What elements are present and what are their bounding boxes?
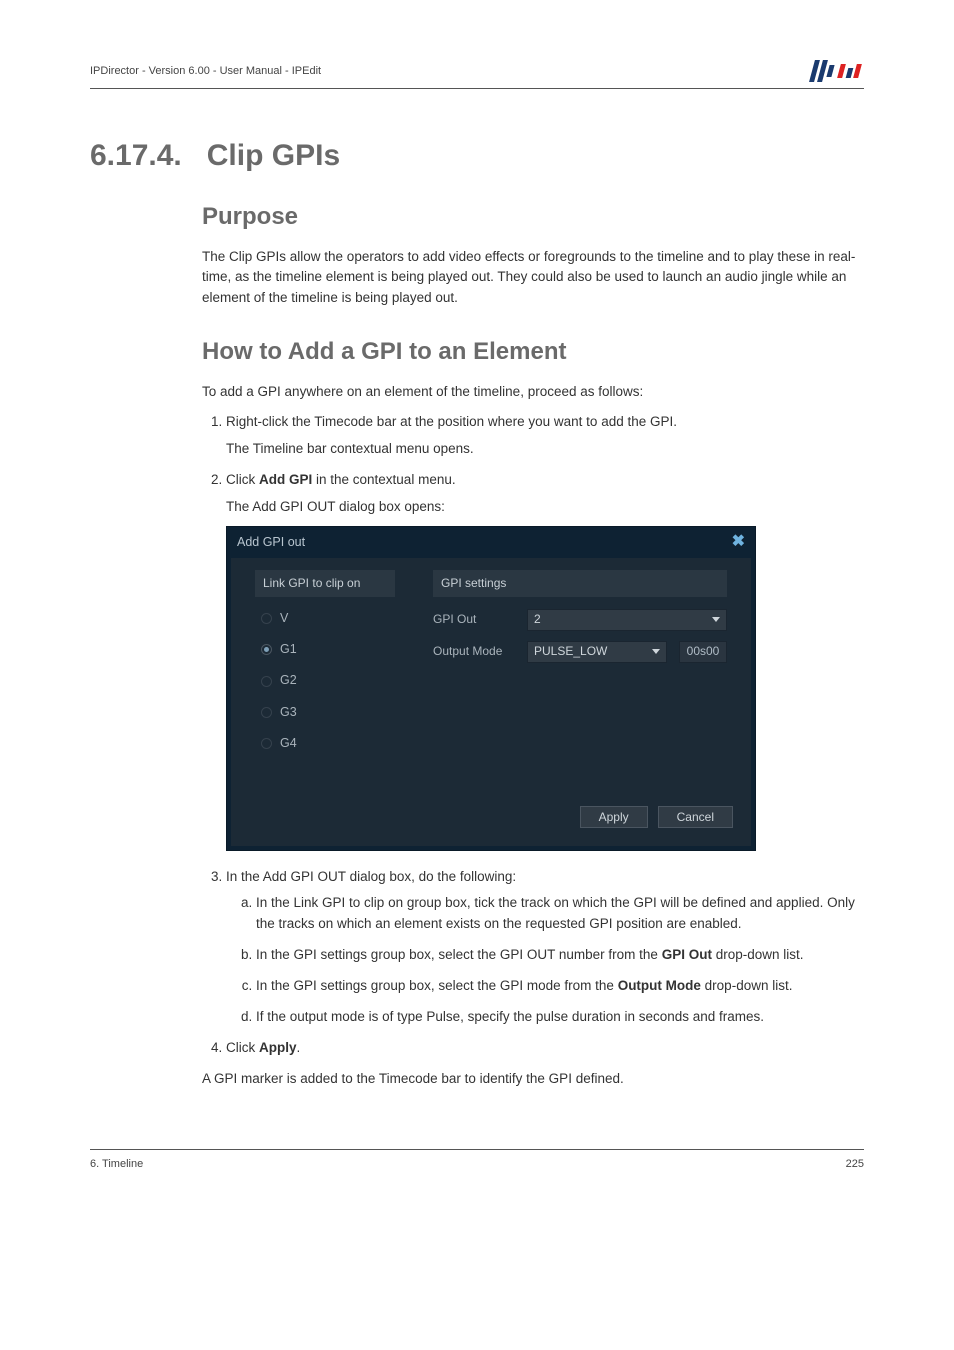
radio-dot-icon	[261, 676, 272, 687]
apply-button[interactable]: Apply	[580, 806, 648, 828]
step-1-sub: The Timeline bar contextual menu opens.	[226, 439, 864, 460]
footer-left: 6. Timeline	[90, 1158, 143, 1170]
howto-steps: Right-click the Timecode bar at the posi…	[202, 412, 864, 1059]
radio-track-g2[interactable]: G2	[261, 671, 395, 690]
radio-dot-icon	[261, 707, 272, 718]
step-2-text: Click Add GPI in the contextual menu.	[226, 472, 456, 487]
evs-logo	[812, 60, 864, 82]
output-mode-dropdown[interactable]: PULSE_LOW	[527, 641, 667, 663]
howto-intro: To add a GPI anywhere on an element of t…	[202, 382, 864, 402]
output-mode-value: PULSE_LOW	[534, 642, 607, 661]
gpi-settings-group: GPI settings GPI Out 2 Output Mode	[423, 562, 737, 777]
dialog-titlebar: Add GPI out ✖	[227, 527, 755, 558]
chevron-down-icon	[712, 617, 720, 622]
link-gpi-group-title: Link GPI to clip on	[255, 570, 395, 597]
radio-label: G2	[280, 671, 297, 690]
footer-page-number: 225	[846, 1158, 864, 1170]
link-gpi-group: Link GPI to clip on V G1 G	[245, 562, 405, 777]
step-3-text: In the Add GPI OUT dialog box, do the fo…	[226, 869, 516, 884]
output-mode-label: Output Mode	[433, 642, 515, 661]
step-4: Click Apply.	[226, 1038, 864, 1059]
gpi-settings-group-title: GPI settings	[433, 570, 727, 597]
howto-outro: A GPI marker is added to the Timecode ba…	[202, 1069, 864, 1089]
radio-label: V	[280, 609, 288, 628]
radio-track-g1[interactable]: G1	[261, 640, 395, 659]
step-1: Right-click the Timecode bar at the posi…	[226, 412, 864, 460]
step-2: Click Add GPI in the contextual menu. Th…	[226, 470, 864, 851]
radio-track-g3[interactable]: G3	[261, 703, 395, 722]
step-3a: In the Link GPI to clip on group box, ti…	[256, 893, 864, 935]
step-1-text: Right-click the Timecode bar at the posi…	[226, 414, 677, 429]
chevron-down-icon	[652, 649, 660, 654]
step-2-sub: The Add GPI OUT dialog box opens:	[226, 497, 864, 518]
page-footer: 6. Timeline 225	[90, 1149, 864, 1170]
radio-dot-icon	[261, 613, 272, 624]
section-number: 6.17.4.	[90, 139, 182, 172]
section-heading: 6.17.4. Clip GPIs	[90, 139, 864, 173]
close-icon[interactable]: ✖	[732, 534, 745, 550]
step-3-substeps: In the Link GPI to clip on group box, ti…	[226, 893, 864, 1028]
radio-track-v[interactable]: V	[261, 609, 395, 628]
purpose-text: The Clip GPIs allow the operators to add…	[202, 247, 864, 308]
section-title: Clip GPIs	[207, 139, 340, 172]
radio-track-g4[interactable]: G4	[261, 734, 395, 753]
radio-dot-icon	[261, 738, 272, 749]
radio-label: G3	[280, 703, 297, 722]
howto-heading: How to Add a GPI to an Element	[202, 338, 864, 366]
page-header: IPDirector - Version 6.00 - User Manual …	[90, 60, 864, 89]
gpi-out-dropdown[interactable]: 2	[527, 609, 727, 631]
pulse-duration-field[interactable]: 00s00	[679, 641, 727, 663]
step-3b: In the GPI settings group box, select th…	[256, 945, 864, 966]
step-3d: If the output mode is of type Pulse, spe…	[256, 1007, 864, 1028]
cancel-button[interactable]: Cancel	[658, 806, 733, 828]
step-3: In the Add GPI OUT dialog box, do the fo…	[226, 867, 864, 1029]
gpi-out-label: GPI Out	[433, 610, 515, 629]
header-text: IPDirector - Version 6.00 - User Manual …	[90, 65, 321, 77]
radio-label: G4	[280, 734, 297, 753]
gpi-out-value: 2	[534, 610, 541, 629]
radio-dot-icon	[261, 644, 272, 655]
radio-label: G1	[280, 640, 297, 659]
dialog-title-text: Add GPI out	[237, 533, 305, 552]
purpose-heading: Purpose	[202, 203, 864, 231]
step-3c: In the GPI settings group box, select th…	[256, 976, 864, 997]
add-gpi-dialog: Add GPI out ✖ Link GPI to clip on V	[226, 526, 756, 851]
